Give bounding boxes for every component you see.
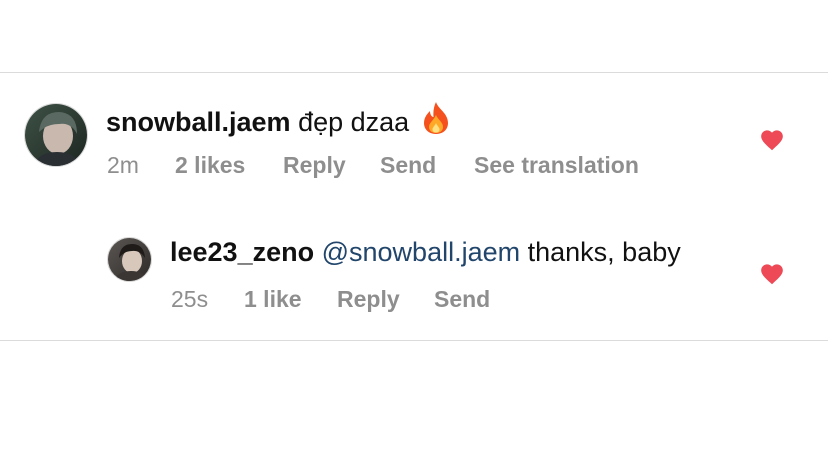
comment-body: đẹp dzaa xyxy=(298,107,410,137)
comment-meta: 2m 2 likes Reply Send See translation xyxy=(107,151,707,179)
avatar[interactable] xyxy=(24,103,88,167)
top-divider xyxy=(0,72,828,73)
bottom-divider xyxy=(0,340,828,341)
reply-button[interactable]: Reply xyxy=(283,151,346,179)
reply-username[interactable]: lee23_zeno xyxy=(170,237,314,267)
reply-reply-button[interactable]: Reply xyxy=(337,285,400,313)
see-translation-button[interactable]: See translation xyxy=(474,151,639,179)
comment-time: 2m xyxy=(107,152,139,178)
comment-likes-count[interactable]: 2 likes xyxy=(175,151,245,179)
reply-likes-count[interactable]: 1 like xyxy=(244,285,302,313)
heart-icon[interactable] xyxy=(759,261,785,285)
reply-avatar[interactable] xyxy=(107,237,152,282)
avatar-image xyxy=(25,104,87,166)
fire-emoji-icon xyxy=(423,102,448,134)
reply-text: lee23_zeno @snowball.jaem thanks, baby xyxy=(170,235,681,269)
comment-text: snowball.jaem đẹp dzaa xyxy=(106,101,451,139)
reply-body: thanks, baby xyxy=(527,237,681,267)
reply-avatar-image xyxy=(108,238,151,281)
heart-icon[interactable] xyxy=(759,127,785,151)
reply-time: 25s xyxy=(171,286,209,312)
send-button[interactable]: Send xyxy=(380,151,436,179)
reply-meta: 25s 1 like Reply Send xyxy=(171,285,571,313)
reply-send-button[interactable]: Send xyxy=(434,285,490,313)
comment-username[interactable]: snowball.jaem xyxy=(106,107,291,137)
mention-link[interactable]: @snowball.jaem xyxy=(322,237,521,267)
